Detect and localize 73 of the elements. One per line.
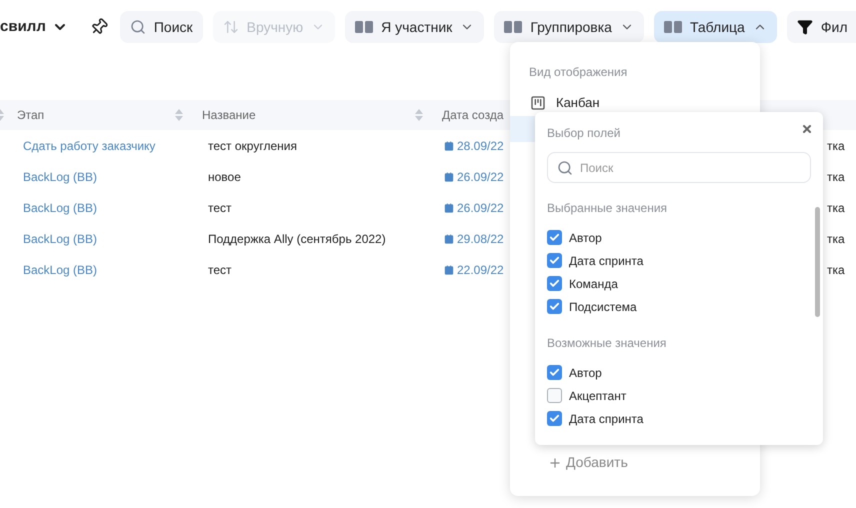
search-field[interactable]: Поиск <box>547 152 811 183</box>
toolbar-button[interactable]: Группировка <box>494 11 644 43</box>
field-label: Подсистема <box>569 298 637 316</box>
sort-icon <box>415 109 423 121</box>
close-icon[interactable] <box>801 123 813 135</box>
sort-icon <box>222 19 239 35</box>
check-icon <box>549 278 560 289</box>
table-cell: новое <box>208 170 241 184</box>
stage-link[interactable]: Сдать работу заказчику <box>23 138 156 152</box>
stage-link[interactable]: BackLog (BB) <box>23 262 98 276</box>
field-label: Автор <box>569 364 602 382</box>
toolbar-button[interactable]: Таблица <box>654 11 777 43</box>
date-cell-text: 26.09/22 <box>457 200 504 216</box>
check-icon <box>549 232 560 243</box>
field-label: Команда <box>569 276 618 292</box>
menu-title: Вид отображения <box>529 64 628 81</box>
table-cell: тка <box>827 200 845 214</box>
board-title: свилл <box>0 16 46 37</box>
calendar-icon <box>444 140 454 150</box>
check-icon <box>549 367 560 378</box>
section-title: Выбранные значения <box>547 200 668 217</box>
date-cell-text: 29.08/22 <box>457 230 504 248</box>
stage-link[interactable]: BackLog (BB) <box>23 200 98 214</box>
checkbox[interactable] <box>547 365 562 380</box>
date-cell-text: 26.09/22 <box>457 168 504 186</box>
calendar-icon <box>444 234 454 244</box>
checkbox[interactable] <box>547 253 562 268</box>
search-icon <box>130 19 146 35</box>
kanban-icon <box>530 95 546 111</box>
calendar-icon <box>444 264 454 274</box>
picker-title: Выбор полей <box>547 125 620 142</box>
grid-icon <box>355 21 374 33</box>
column-header[interactable]: Дата созда <box>442 106 504 124</box>
checkbox[interactable] <box>547 299 562 314</box>
table-cell: тест округления <box>208 138 297 152</box>
search-icon <box>557 160 573 176</box>
checkbox[interactable] <box>547 276 562 291</box>
table-cell: тка <box>827 232 845 246</box>
table-cell: Поддержка Ally (сентябрь 2022) <box>208 232 386 246</box>
table-cell: тест <box>208 262 232 276</box>
date-cell-text: 22.09/22 <box>457 262 504 278</box>
stage-link[interactable]: BackLog (BB) <box>23 232 98 246</box>
scrollbar[interactable] <box>815 207 820 317</box>
grid-icon <box>504 21 522 33</box>
column-header[interactable]: Название <box>202 106 256 124</box>
checkbox[interactable] <box>547 411 562 426</box>
check-icon <box>549 413 560 424</box>
add-button[interactable]: Добавить <box>548 452 628 473</box>
calendar-icon <box>444 202 454 212</box>
field-label: Дата спринта <box>569 410 644 428</box>
filter-icon <box>796 19 813 35</box>
check-icon <box>549 255 560 266</box>
toolbar-button[interactable]: Я участник <box>345 11 484 43</box>
field-label: Автор <box>569 230 602 246</box>
table-cell: тест <box>208 200 232 214</box>
table-cell: тка <box>827 138 845 152</box>
checkbox[interactable] <box>547 230 562 245</box>
date-cell-text: 28.09/22 <box>457 138 504 154</box>
check-icon <box>549 301 560 312</box>
table-cell: тка <box>827 170 845 184</box>
field-label: Дата спринта <box>569 252 644 270</box>
plus-icon <box>548 456 562 470</box>
calendar-icon <box>444 172 454 182</box>
checkbox[interactable] <box>547 388 562 403</box>
field-label: Акцептант <box>569 388 626 404</box>
column-header[interactable]: Этап <box>17 106 44 124</box>
toolbar-button[interactable]: Фил <box>786 11 856 43</box>
stage-link[interactable]: BackLog (BB) <box>23 170 98 184</box>
section-title: Возможные значения <box>547 335 668 352</box>
sort-icon <box>175 109 183 121</box>
toolbar-button[interactable]: Поиск <box>120 11 203 43</box>
grid-icon <box>664 21 682 33</box>
table-cell: тка <box>827 262 845 276</box>
